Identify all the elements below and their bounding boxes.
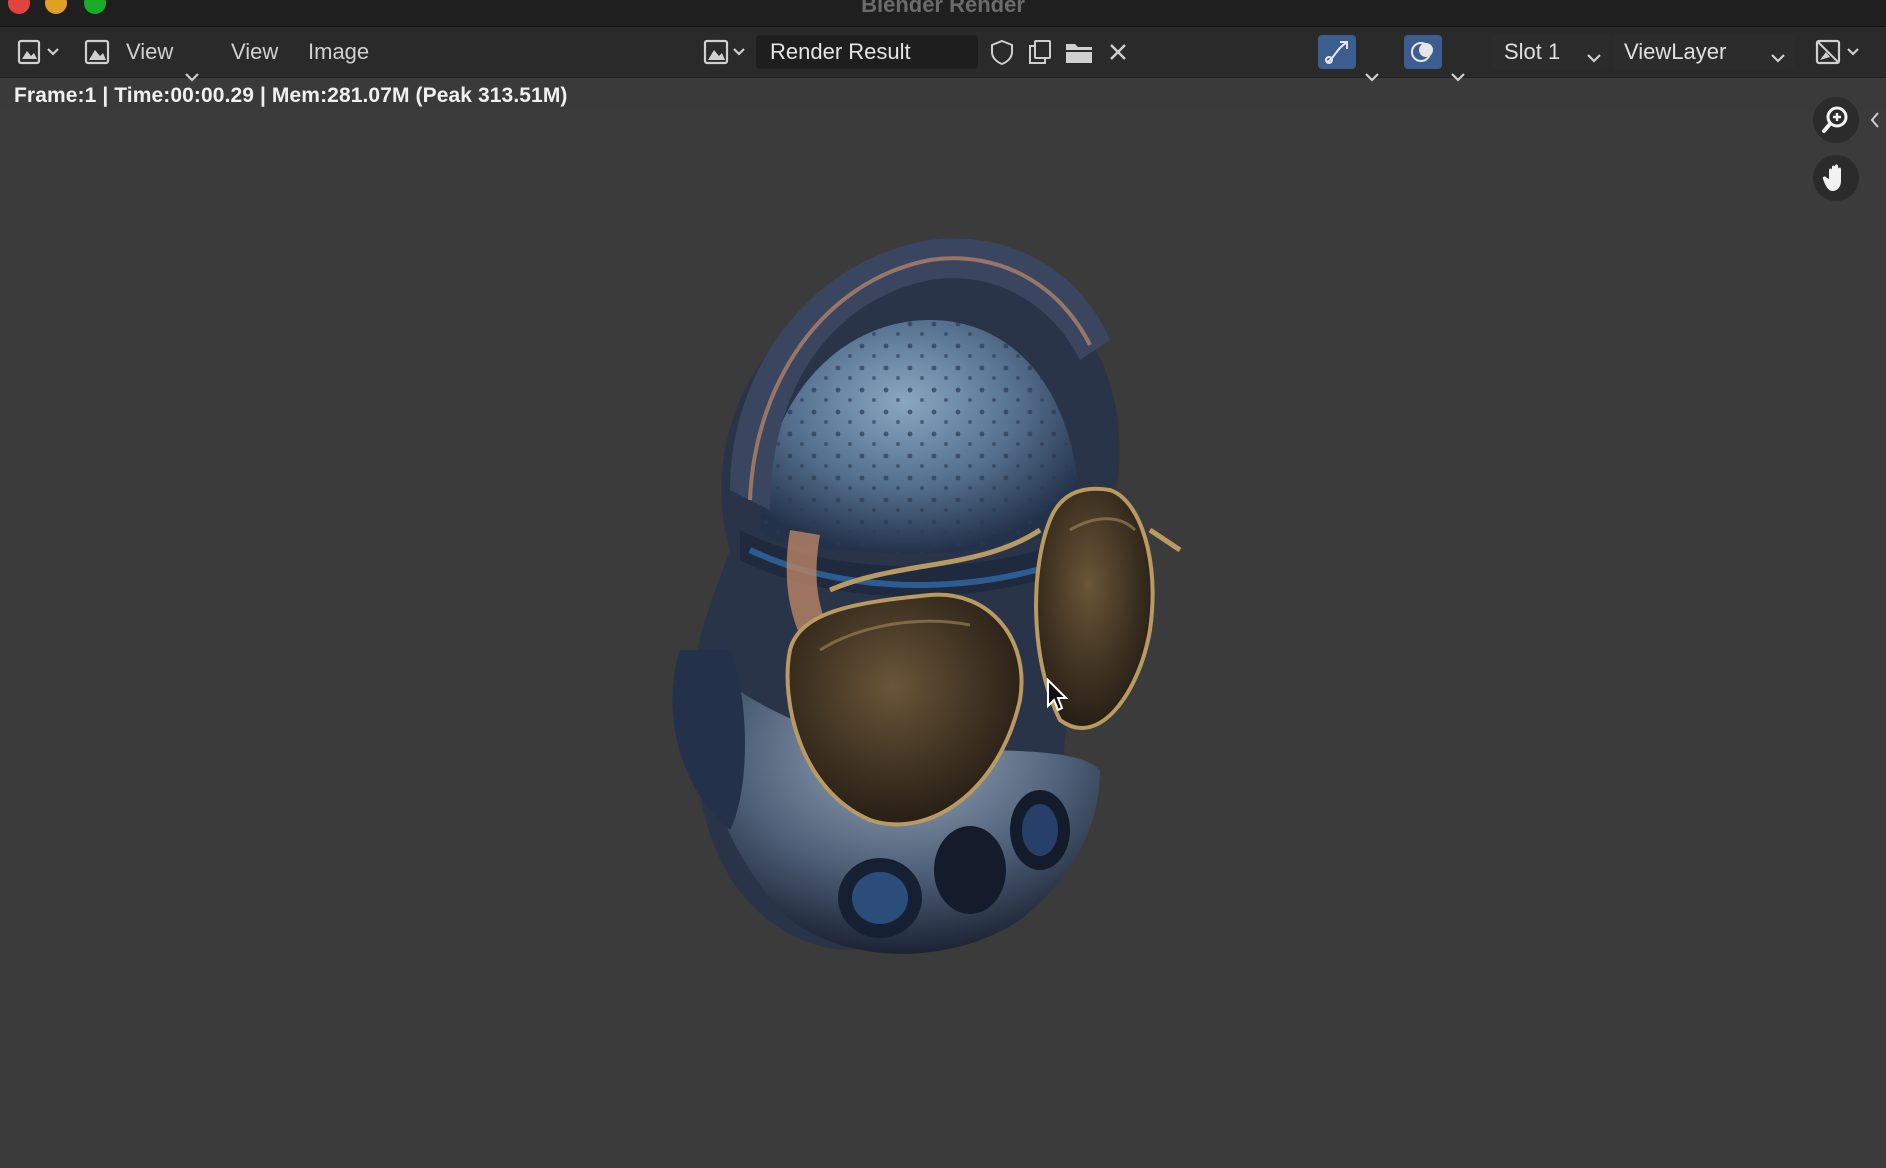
editor-type-selector[interactable] <box>10 35 66 69</box>
display-channels-selector[interactable] <box>1810 35 1866 69</box>
image-name-text: Render Result <box>770 39 911 64</box>
browse-image-button[interactable] <box>700 35 752 69</box>
chevron-down-icon[interactable] <box>1450 71 1466 83</box>
zoom-button[interactable] <box>1813 97 1859 143</box>
zoom-icon <box>1822 106 1848 133</box>
view-mode-dropdown[interactable]: View <box>126 35 173 69</box>
duplicate-icon <box>1029 40 1051 64</box>
image-editor-header: View View Image Render Result Slot 1 Vie… <box>0 27 1886 82</box>
chevron-down-icon <box>185 73 199 82</box>
slot-label: Slot 1 <box>1504 39 1561 64</box>
image-name-field[interactable]: Render Result <box>756 35 978 69</box>
view-mode-icon[interactable] <box>82 35 112 69</box>
new-image-button[interactable] <box>1022 35 1058 69</box>
menu-view[interactable]: View <box>231 35 278 69</box>
sample-tool-toggle[interactable] <box>1318 35 1356 69</box>
hand-icon <box>1822 164 1841 191</box>
image-editor-icon <box>17 39 59 65</box>
slot-selector[interactable]: Slot 1 <box>1492 35 1610 69</box>
view-layer-selector[interactable]: ViewLayer <box>1612 35 1794 69</box>
image-browse-icon <box>703 39 745 65</box>
unlink-image-button[interactable] <box>1100 35 1136 69</box>
overlay-icon <box>1411 42 1433 62</box>
render-status-text: Frame:1 | Time:00:00.29 | Mem:281.07M (P… <box>14 84 568 107</box>
window-title: Blender Render <box>861 0 1025 17</box>
close-icon <box>1110 44 1126 60</box>
shield-icon <box>991 39 1013 66</box>
fake-user-button[interactable] <box>984 35 1020 69</box>
chevron-down-icon <box>1771 54 1785 63</box>
mouse-cursor-icon <box>1047 678 1069 712</box>
folder-icon <box>1066 44 1092 63</box>
chevron-down-icon[interactable] <box>1364 71 1380 83</box>
menu-image[interactable]: Image <box>308 35 369 69</box>
render-result-image <box>672 238 1182 954</box>
window-titlebar: Blender Render <box>0 0 1886 27</box>
view-layer-label: ViewLayer <box>1624 39 1727 64</box>
overlay-toggle[interactable] <box>1404 35 1442 69</box>
chevron-down-icon <box>1587 54 1601 63</box>
display-channels-icon <box>1815 39 1859 65</box>
open-image-button[interactable] <box>1060 35 1098 69</box>
chevron-left-icon[interactable] <box>1868 110 1882 130</box>
curve-tool-icon <box>1325 41 1348 64</box>
pan-button[interactable] <box>1813 155 1859 201</box>
